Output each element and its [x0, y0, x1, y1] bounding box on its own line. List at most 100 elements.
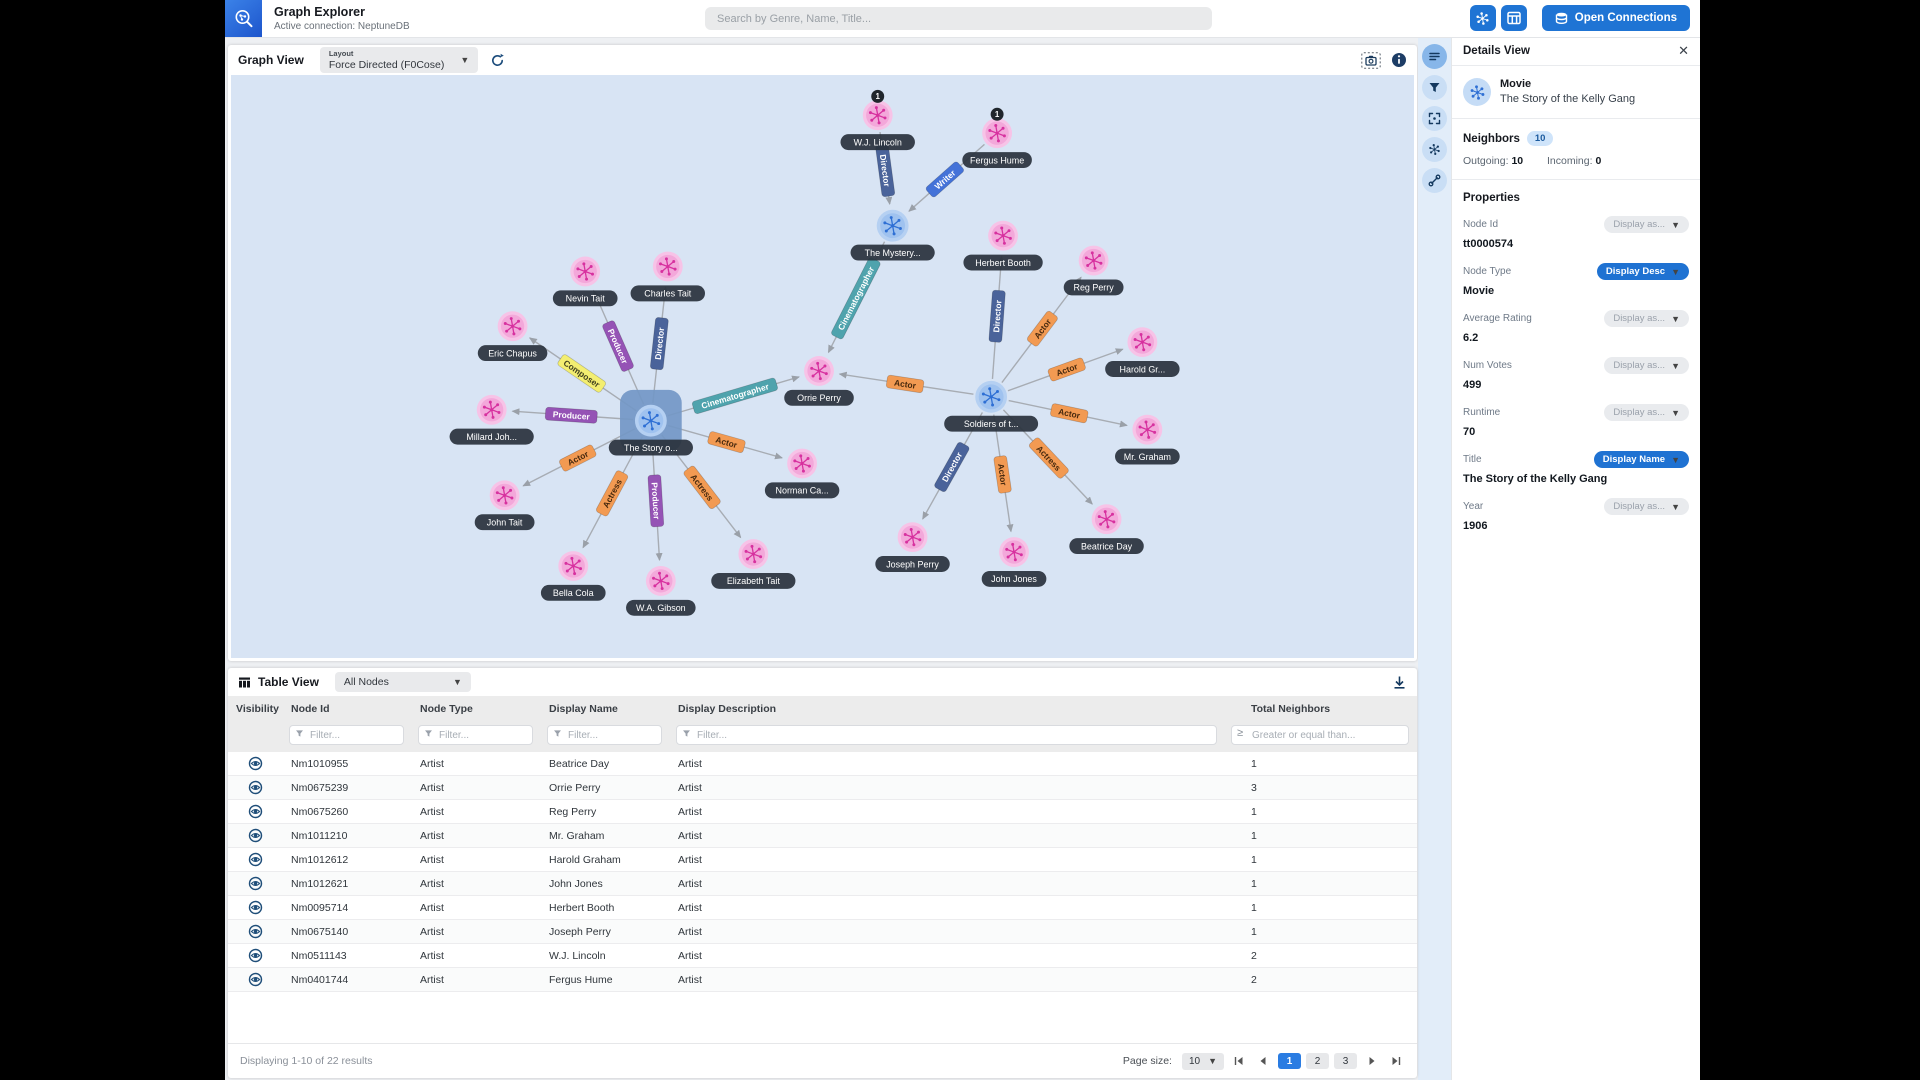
- details-view-button[interactable]: [1422, 44, 1447, 69]
- incoming-value: 0: [1595, 155, 1602, 167]
- graph-view-toggle-button[interactable]: [1469, 5, 1496, 31]
- page-buttons: 123: [1278, 1053, 1357, 1069]
- node-id-filter-input[interactable]: [289, 725, 404, 746]
- table-row[interactable]: Nm1011210 Artist Mr. Graham Artist 1: [228, 824, 1417, 848]
- display-as-select[interactable]: Display as... ▼: [1604, 216, 1689, 233]
- graph-edge[interactable]: Director: [988, 255, 1006, 380]
- graph-node-norman_ca[interactable]: [787, 448, 818, 479]
- visibility-eye-icon[interactable]: [248, 756, 263, 771]
- graph-node-bella_cola[interactable]: [558, 551, 589, 581]
- graph-node-charles_tait[interactable]: [652, 251, 683, 282]
- table-row[interactable]: Nm1012621 Artist John Jones Artist 1: [228, 872, 1417, 896]
- display-as-select[interactable]: Display Name ▼: [1593, 451, 1689, 468]
- nodes-styling-button[interactable]: [1422, 137, 1447, 162]
- table-view-toggle-button[interactable]: [1500, 5, 1527, 31]
- visibility-eye-icon[interactable]: [248, 876, 263, 891]
- visibility-eye-icon[interactable]: [248, 852, 263, 867]
- info-button[interactable]: [1391, 52, 1407, 68]
- page-button-2[interactable]: 2: [1306, 1053, 1329, 1069]
- svg-text:Beatrice Day: Beatrice Day: [1081, 541, 1133, 551]
- graph-node-john_jones[interactable]: [999, 537, 1029, 567]
- graph-edge[interactable]: Actor: [993, 414, 1014, 533]
- table-scope-select[interactable]: All Nodes ▼: [334, 672, 471, 692]
- expand-button[interactable]: [1422, 106, 1447, 131]
- graph-node-millard_joh[interactable]: [476, 394, 507, 425]
- visibility-eye-icon[interactable]: [248, 804, 263, 819]
- cell-total-neighbors: 2: [1251, 949, 1257, 962]
- display-as-select[interactable]: Display Desc ▼: [1596, 263, 1689, 280]
- edges-styling-button[interactable]: [1422, 168, 1447, 193]
- chevron-down-icon: ▼: [1671, 266, 1680, 277]
- graph-node-wj_lincoln[interactable]: 1: [862, 89, 893, 131]
- visibility-eye-icon[interactable]: [248, 780, 263, 795]
- display-name-filter-input[interactable]: [547, 725, 662, 746]
- display-description-filter-input[interactable]: [676, 725, 1217, 746]
- filter-display-name: [547, 725, 662, 746]
- graph-node-harold_gr[interactable]: [1127, 327, 1158, 358]
- graph-edge[interactable]: Cinematographer: [667, 375, 800, 417]
- last-page-button[interactable]: [1387, 1053, 1405, 1070]
- graph-node-wa_gibson[interactable]: [645, 565, 676, 596]
- graph-node-label: Harold Gr...: [1105, 361, 1180, 377]
- first-page-button[interactable]: [1230, 1053, 1248, 1070]
- visibility-eye-icon[interactable]: [248, 900, 263, 915]
- layout-select[interactable]: Layout Force Directed (F0Cose) ▼: [319, 47, 479, 73]
- table-row[interactable]: Nm1012612 Artist Harold Graham Artist 1: [228, 848, 1417, 872]
- page-button-1[interactable]: 1: [1278, 1053, 1301, 1069]
- node-type-filter-input[interactable]: [418, 725, 533, 746]
- total-neighbors-filter-input[interactable]: [1231, 725, 1409, 746]
- graph-node-nevin_tait[interactable]: [570, 256, 601, 287]
- column-header-node-id: Node Id: [291, 702, 330, 715]
- graph-node-joseph_perry[interactable]: [897, 522, 928, 553]
- table-row[interactable]: Nm0401744 Artist Fergus Hume Artist 2: [228, 968, 1417, 992]
- filters-button[interactable]: [1422, 75, 1447, 100]
- table-row[interactable]: Nm0675260 Artist Reg Perry Artist 1: [228, 800, 1417, 824]
- cell-total-neighbors: 1: [1251, 901, 1257, 914]
- graph-node-elizabeth_tait[interactable]: [738, 539, 769, 569]
- graph-edge[interactable]: Producer: [511, 406, 634, 424]
- filter-node-type: [418, 725, 533, 746]
- table-row[interactable]: Nm1010955 Artist Beatrice Day Artist 1: [228, 752, 1417, 776]
- close-icon[interactable]: ✕: [1678, 43, 1689, 59]
- open-connections-button[interactable]: Open Connections: [1541, 5, 1690, 31]
- graph-node-herbert_booth[interactable]: [988, 220, 1019, 251]
- column-header-total-neighbors: Total Neighbors: [1251, 702, 1331, 715]
- graph-node-eric_chapus[interactable]: [497, 311, 528, 342]
- graph-edge[interactable]: Director: [650, 286, 669, 403]
- cell-display-name: Herbert Booth: [549, 901, 615, 914]
- visibility-eye-icon[interactable]: [248, 828, 263, 843]
- page-button-3[interactable]: 3: [1334, 1053, 1357, 1069]
- graph-node-mystery[interactable]: [876, 209, 909, 242]
- display-as-select[interactable]: Display as... ▼: [1604, 357, 1689, 374]
- search-input[interactable]: [705, 7, 1212, 30]
- graph-edge[interactable]: Actor: [838, 371, 974, 395]
- cell-display-name: Joseph Perry: [549, 925, 611, 938]
- visibility-eye-icon[interactable]: [248, 972, 263, 987]
- screenshot-camera-button[interactable]: [1361, 51, 1381, 69]
- previous-page-button[interactable]: [1254, 1053, 1272, 1070]
- graph-node-soldiers[interactable]: [975, 380, 1008, 413]
- page-size-select[interactable]: 10 ▼: [1181, 1052, 1224, 1070]
- graph-canvas[interactable]: Director Writer Cinematographer Cinematogra…: [231, 75, 1414, 658]
- re-run-layout-button[interactable]: [490, 53, 505, 68]
- table-row[interactable]: Nm0511143 Artist W.J. Lincoln Artist 2: [228, 944, 1417, 968]
- visibility-eye-icon[interactable]: [248, 924, 263, 939]
- graph-node-john_tait[interactable]: [489, 480, 520, 511]
- visibility-eye-icon[interactable]: [248, 948, 263, 963]
- graph-edge[interactable]: Producer: [647, 438, 665, 562]
- display-as-select[interactable]: Display as... ▼: [1604, 404, 1689, 421]
- graph-node-mr_graham[interactable]: [1132, 414, 1163, 445]
- graph-node-beatrice_day[interactable]: [1091, 504, 1122, 535]
- graph-node-fergus_hume[interactable]: 1: [982, 107, 1013, 149]
- graph-node-reg_perry[interactable]: [1078, 245, 1109, 276]
- table-row[interactable]: Nm0675239 Artist Orrie Perry Artist 3: [228, 776, 1417, 800]
- table-row[interactable]: Nm0675140 Artist Joseph Perry Artist 1: [228, 920, 1417, 944]
- graph-node-orrie_perry[interactable]: [804, 356, 834, 386]
- display-as-select[interactable]: Display as... ▼: [1604, 310, 1689, 327]
- table-filter-row: ≥: [228, 721, 1417, 752]
- next-page-button[interactable]: [1363, 1053, 1381, 1070]
- table-row[interactable]: Nm0095714 Artist Herbert Booth Artist 1: [228, 896, 1417, 920]
- display-as-select[interactable]: Display as... ▼: [1604, 498, 1689, 515]
- property-row: Average Rating Display as... ▼ 6.2: [1463, 310, 1689, 344]
- download-button[interactable]: [1392, 675, 1407, 690]
